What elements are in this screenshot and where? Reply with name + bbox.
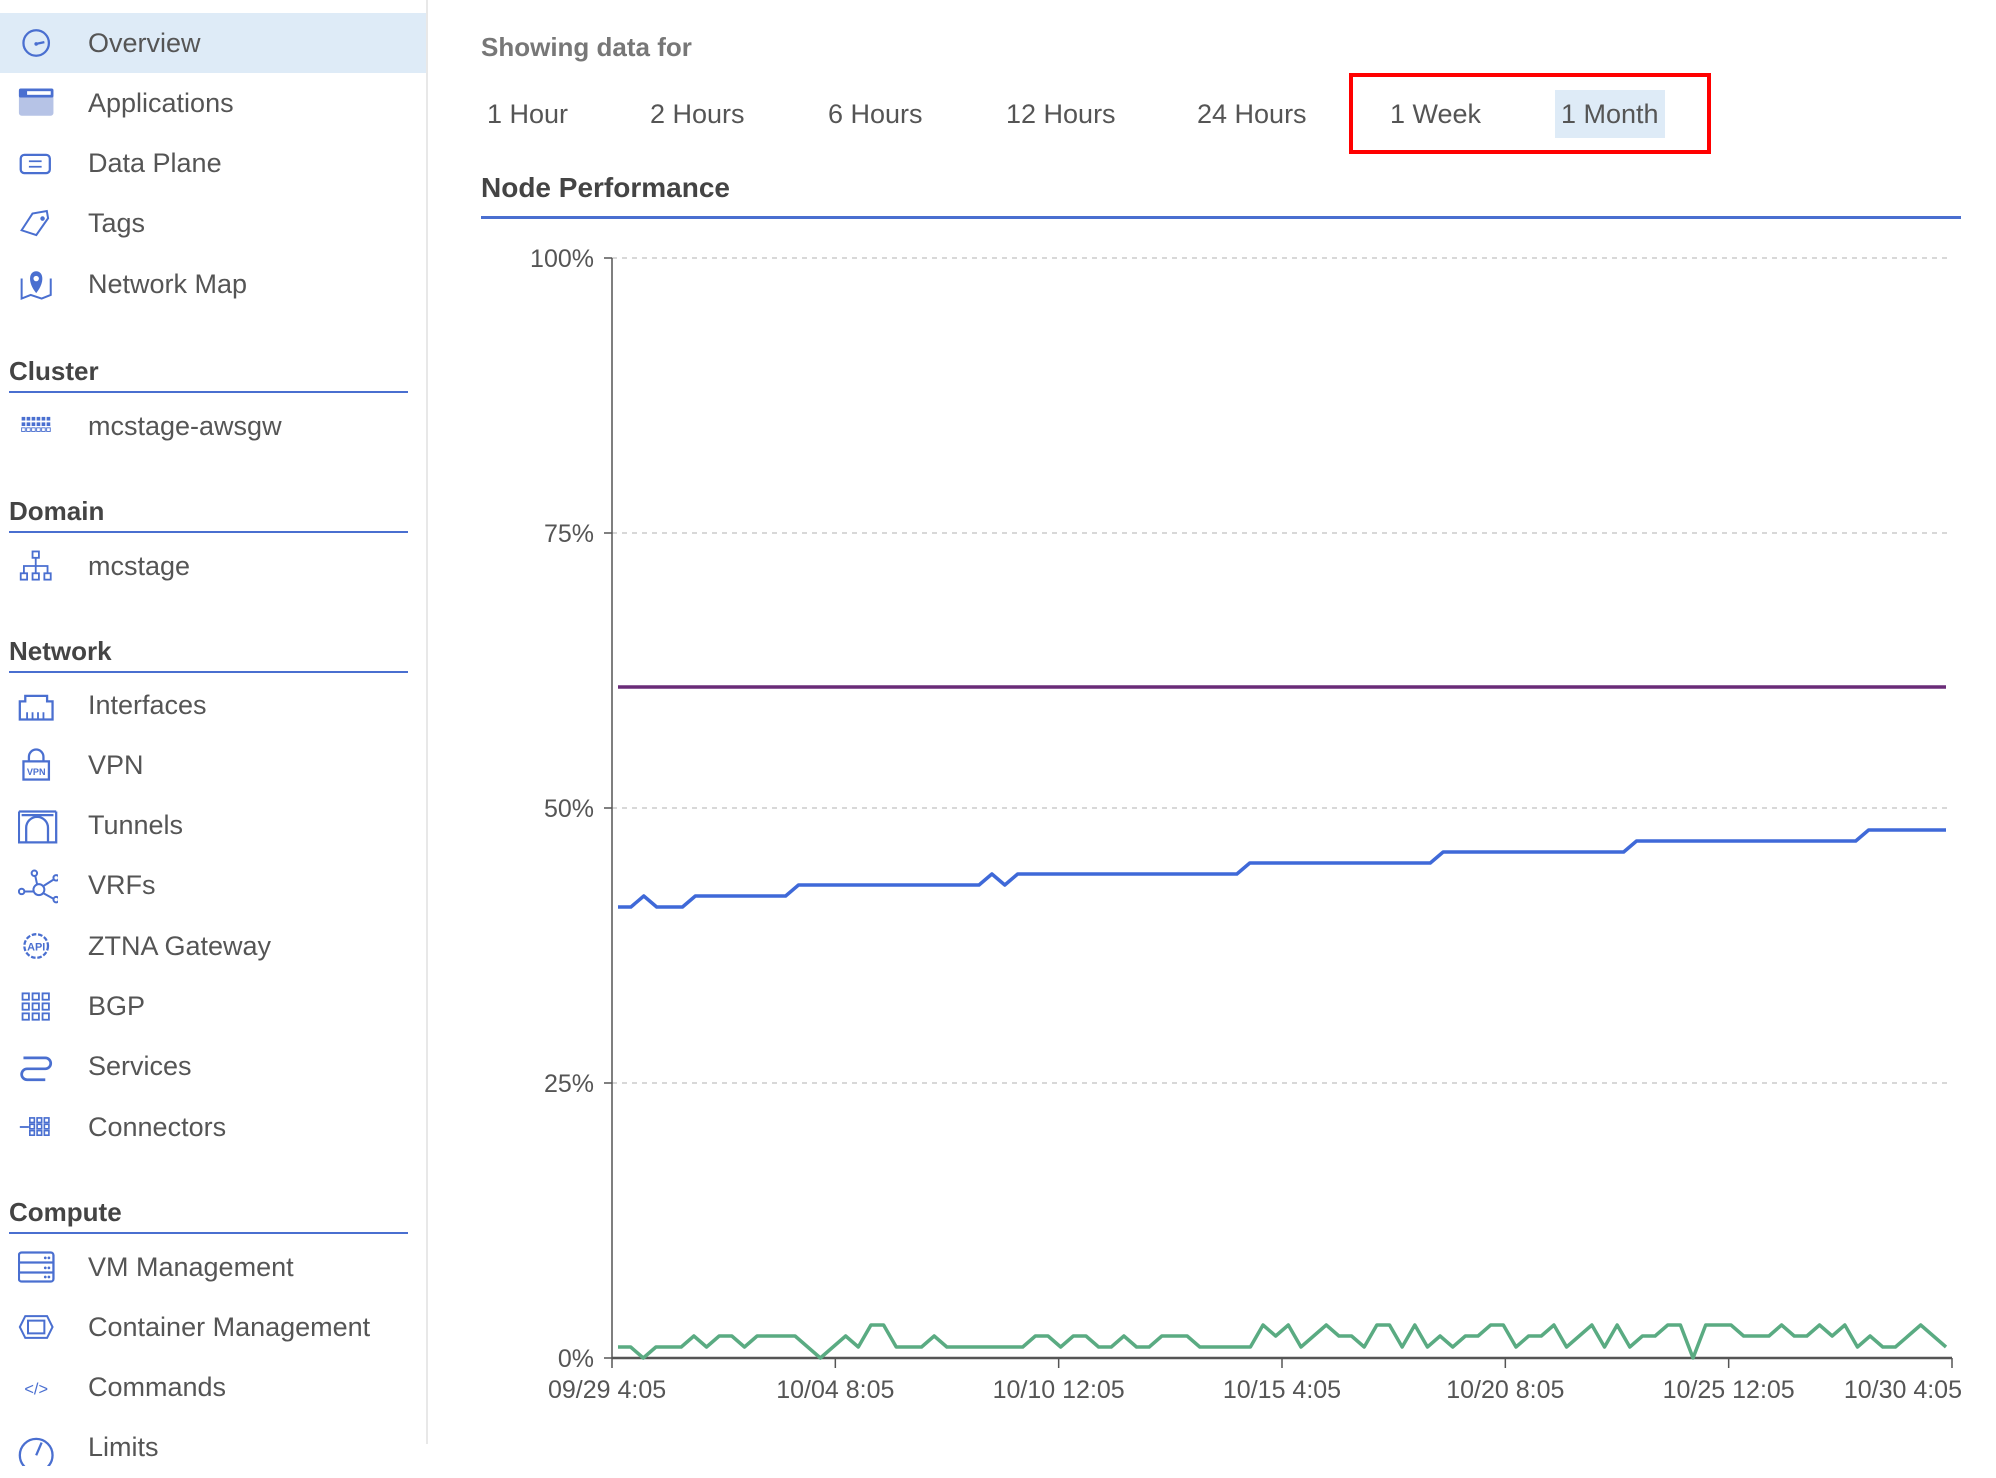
x-tick-label: 10/25 12:05 (1663, 1376, 1795, 1404)
y-tick-label: 75% (544, 520, 594, 548)
x-tick-label: 10/20 8:05 (1446, 1376, 1564, 1404)
y-tick-label: 25% (544, 1070, 594, 1098)
x-tick-label: 10/04 8:05 (776, 1376, 894, 1404)
y-tick-label: 0% (558, 1345, 594, 1373)
x-tick-label: 09/29 4:05 (548, 1376, 666, 1404)
y-tick-label: 50% (544, 795, 594, 823)
series-line-2 (618, 1323, 1948, 1360)
node-performance-chart: 0% 25% 50% 75% 100% 09/29 4:05 10/04 8:05 10/10… (530, 245, 1962, 1404)
series-line-1 (618, 828, 1946, 909)
x-tick-label: 10/10 12:05 (993, 1376, 1125, 1404)
x-tick-label: 10/30 4:05 (1844, 1376, 1962, 1404)
x-tick-label: 10/15 4:05 (1223, 1376, 1341, 1404)
y-tick-label: 100% (530, 245, 594, 273)
